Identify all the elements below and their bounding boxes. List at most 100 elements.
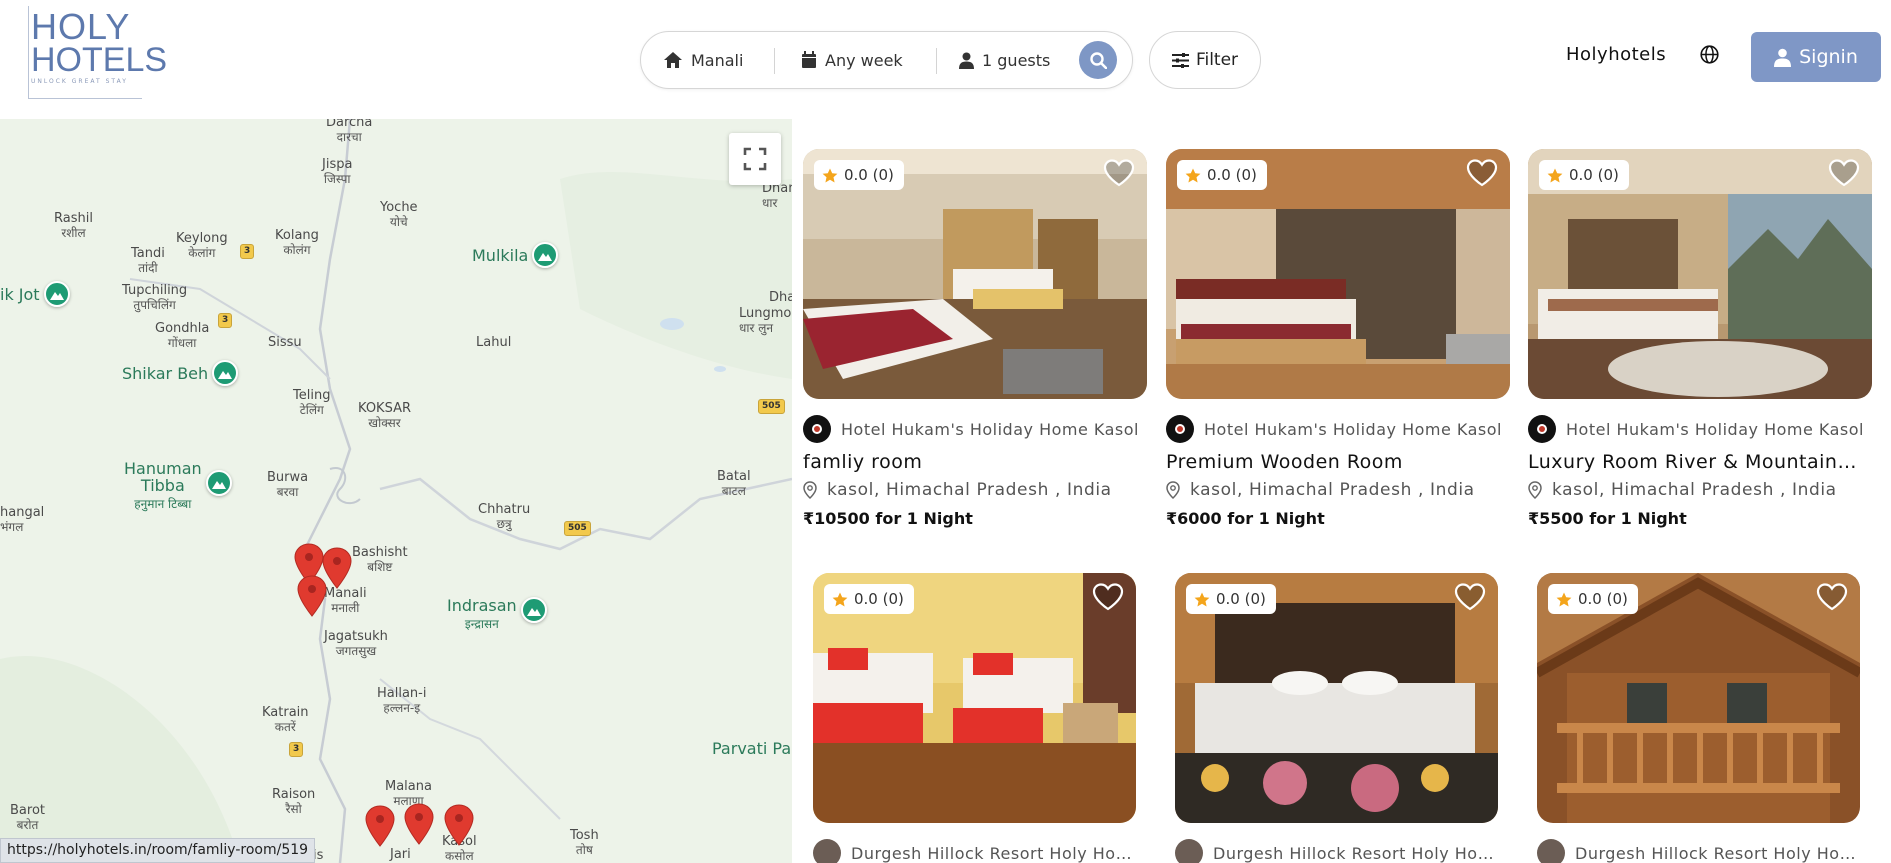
listing-price: ₹6000 for 1 Night (1166, 509, 1325, 528)
star-icon (1547, 168, 1563, 182)
map-pin-marker[interactable] (443, 803, 475, 847)
listing-card[interactable]: 0.0 (0) Durgesh Hillock Resort Holy Hote… (1175, 573, 1498, 863)
map-pin-marker[interactable] (403, 802, 435, 846)
host-row[interactable]: Durgesh Hillock Resort Holy Hotels (1175, 839, 1498, 863)
calendar-icon (802, 51, 816, 68)
map-pin-marker[interactable] (296, 574, 328, 618)
listing-photo[interactable]: 0.0 (0) (1528, 149, 1872, 399)
listing-price: ₹5500 for 1 Night (1528, 509, 1687, 528)
star-icon (1194, 592, 1210, 606)
map-panel[interactable]: Darcha दारचा Jispa जिस्पा Yoche योचे Rashil… (0, 119, 792, 863)
filter-label: Filter (1195, 50, 1239, 70)
host-avatar (813, 839, 841, 863)
listing-title[interactable]: Premium Wooden Room (1166, 451, 1500, 473)
heart-icon[interactable] (1466, 159, 1498, 187)
map-place: Darcha दारचा (326, 119, 373, 144)
user-icon (959, 52, 974, 69)
host-name: Durgesh Hillock Resort Holy Hotels (851, 843, 1136, 863)
signin-label: Signin (1799, 46, 1858, 68)
rating-badge: 0.0 (0) (1177, 160, 1267, 190)
listing-card[interactable]: 0.0 (0) Hotel Hukam's Holiday Home Kasol… (803, 149, 1147, 528)
host-name: Durgesh Hillock Resort Holy Hotels (1575, 843, 1860, 863)
rating-badge: 0.0 (0) (1186, 584, 1276, 614)
listing-photo[interactable]: 0.0 (0) (1166, 149, 1510, 399)
listing-title[interactable]: Luxury Room River & Mountain View (1528, 451, 1862, 473)
holyhotels-nav-link[interactable]: Holyhotels (1566, 44, 1666, 65)
map-place: Raison रैसो (272, 787, 316, 817)
map-place: Katrain कतरें (262, 705, 309, 735)
host-name: Hotel Hukam's Holiday Home Kasol (841, 419, 1139, 439)
user-icon (1774, 48, 1792, 67)
listing-card[interactable]: 0.0 (0) Durgesh Hillock Resort Holy Hote… (1537, 573, 1860, 863)
heart-icon[interactable] (1454, 583, 1486, 611)
map-place: Lungmo धार लुन (739, 306, 792, 336)
map-place: Jari (390, 847, 411, 862)
host-row[interactable]: Hotel Hukam's Holiday Home Kasol (803, 415, 1147, 443)
heart-icon[interactable] (1828, 159, 1860, 187)
filter-button[interactable]: Filter (1149, 31, 1261, 89)
heart-icon[interactable] (1103, 159, 1135, 187)
map-place: Yoche योचे (380, 200, 418, 230)
search-location-label: Manali (691, 50, 744, 70)
listing-photo[interactable]: 0.0 (0) (813, 573, 1136, 823)
star-icon (1556, 592, 1572, 606)
search-button[interactable] (1079, 41, 1117, 79)
host-avatar (1537, 839, 1565, 863)
map-place: Hallan-i हल्लन-इ (377, 686, 427, 716)
sliders-icon (1171, 52, 1189, 68)
map-place: Tandi तांदी (131, 246, 165, 276)
signin-button[interactable]: Signin (1751, 32, 1881, 82)
road-number-badge: 3 (218, 313, 233, 328)
search-dates-label: Any week (825, 50, 903, 70)
road-number-badge: 3 (240, 244, 255, 259)
listing-title[interactable]: famliy room (803, 451, 1137, 473)
star-icon (1185, 168, 1201, 182)
mountain-icon (532, 242, 559, 268)
map-poi-mulkila[interactable]: Mulkila (472, 242, 559, 268)
listing-photo[interactable]: 0.0 (0) (803, 149, 1147, 399)
listing-photo[interactable]: 0.0 (0) (1175, 573, 1498, 823)
map-place: Lahul (476, 335, 512, 350)
host-row[interactable]: Durgesh Hillock Resort Holy Hotels (813, 839, 1136, 863)
globe-icon[interactable] (1700, 45, 1719, 68)
holy-hotels-logo[interactable]: HOLY HOTELS UNLOCK GREAT STAY (28, 6, 167, 99)
search-dates[interactable]: Any week (801, 32, 903, 88)
map-place: Gondhla गोंधला (155, 321, 210, 351)
search-bar[interactable]: Manali Any week 1 guests (640, 31, 1133, 89)
road-number-badge: 505 (564, 521, 591, 536)
host-name: Hotel Hukam's Holiday Home Kasol (1566, 419, 1864, 439)
heart-icon[interactable] (1092, 583, 1124, 611)
host-avatar (803, 415, 831, 443)
header: HOLY HOTELS UNLOCK GREAT STAY Manali Any… (0, 0, 1891, 119)
map-poi-indrasan[interactable]: Indrasan इन्द्रासन (447, 597, 547, 633)
rating-badge: 0.0 (0) (824, 584, 914, 614)
search-guests[interactable]: 1 guests (959, 32, 1050, 88)
rating-badge: 0.0 (0) (814, 160, 904, 190)
logo-tagline: UNLOCK GREAT STAY (31, 78, 128, 85)
map-poi-hanuman-tibba[interactable]: Hanuman Tibba हनुमान टिब्बा (124, 460, 232, 513)
map-pin-marker[interactable] (364, 804, 396, 848)
listing-card[interactable]: 0.0 (0) Durgesh Hillock Resort Holy Hote… (813, 573, 1136, 863)
map-place: hangal भंगल (0, 505, 45, 535)
search-location[interactable]: Manali (663, 32, 743, 88)
host-row[interactable]: Hotel Hukam's Holiday Home Kasol (1166, 415, 1510, 443)
map-poi-ik-jot[interactable]: ik Jot (0, 281, 70, 307)
mountain-icon (205, 470, 232, 496)
listing-photo[interactable]: 0.0 (0) (1537, 573, 1860, 823)
search-divider (936, 48, 937, 74)
host-avatar (1528, 415, 1556, 443)
map-place: Kolang कोलंग (275, 228, 319, 258)
fullscreen-button[interactable] (729, 133, 781, 185)
host-row[interactable]: Hotel Hukam's Holiday Home Kasol (1528, 415, 1872, 443)
map-poi-shikar-beh[interactable]: Shikar Beh (122, 360, 239, 386)
map-place: Chhatru छत्रु (478, 502, 531, 532)
listings-grid: 0.0 (0) Hotel Hukam's Holiday Home Kasol… (792, 119, 1891, 863)
map-place: Barot बरोत (10, 803, 45, 833)
map-poi-parvati[interactable]: Parvati Pa (712, 739, 791, 758)
heart-icon[interactable] (1816, 583, 1848, 611)
host-row[interactable]: Durgesh Hillock Resort Holy Hotels (1537, 839, 1860, 863)
map-place: Batal बाटल (717, 469, 751, 499)
listing-card[interactable]: 0.0 (0) Hotel Hukam's Holiday Home Kasol… (1528, 149, 1872, 528)
listing-card[interactable]: 0.0 (0) Hotel Hukam's Holiday Home Kasol… (1166, 149, 1510, 528)
map-place: Keylong केलांग (176, 231, 228, 261)
